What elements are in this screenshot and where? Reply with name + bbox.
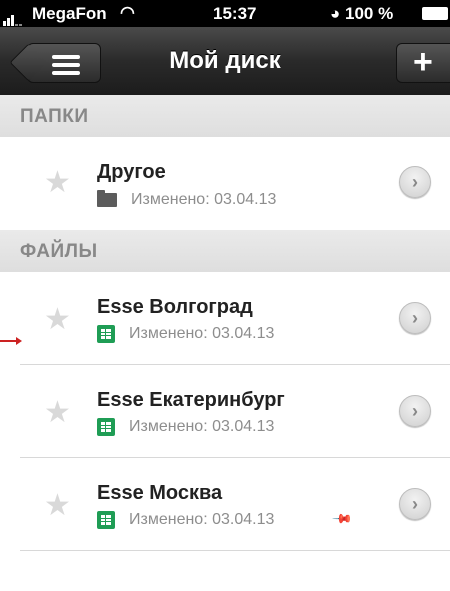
carrier-label: MegaFon (32, 4, 107, 23)
annotation-arrow (0, 337, 22, 345)
battery-percent: ◕ 100 % (330, 4, 394, 23)
wifi-icon: ◠ (120, 3, 135, 22)
item-name: Esse Екатеринбург (97, 389, 285, 411)
item-name: Другое (97, 161, 166, 183)
detail-disclosure-button[interactable]: › (399, 395, 431, 427)
app-screen: MegaFon ◠ 15:37 ◕ 100 % Мой диск + ПАПКИ… (0, 0, 450, 591)
navigation-bar: Мой диск + (0, 27, 450, 96)
star-icon[interactable]: ★ (44, 305, 71, 335)
spreadsheet-icon (97, 325, 115, 343)
item-modified: Изменено: 03.04.13 (129, 418, 275, 436)
file-row[interactable]: ★ Esse Москва Изменено: 03.04.13 📌 › (0, 458, 450, 551)
spreadsheet-icon (97, 511, 115, 529)
page-title: Мой диск (169, 47, 281, 74)
section-header-folders: ПАПКИ (0, 95, 450, 137)
status-bar: MegaFon ◠ 15:37 ◕ 100 % (0, 0, 450, 27)
add-button[interactable]: + (396, 43, 450, 83)
item-name: Esse Волгоград (97, 296, 253, 318)
battery-icon (422, 7, 448, 20)
detail-disclosure-button[interactable]: › (399, 488, 431, 520)
star-icon[interactable]: ★ (44, 168, 71, 198)
item-modified: Изменено: 03.04.13 (129, 325, 275, 343)
item-modified: Изменено: 03.04.13 (131, 191, 277, 208)
pin-icon: 📌 (331, 507, 354, 530)
section-header-files: ФАЙЛЫ (0, 230, 450, 272)
detail-disclosure-button[interactable]: › (399, 166, 431, 198)
file-row[interactable]: ★ Esse Волгоград Изменено: 03.04.13 › (0, 272, 450, 365)
item-modified: Изменено: 03.04.13 (129, 511, 275, 529)
detail-disclosure-button[interactable]: › (399, 302, 431, 334)
star-icon[interactable]: ★ (44, 398, 71, 428)
spreadsheet-icon (97, 418, 115, 436)
folder-row[interactable]: ★ Другое Изменено: 03.04.13 › (0, 137, 450, 230)
signal-icon (3, 6, 23, 26)
folder-icon (97, 189, 117, 207)
status-time: 15:37 (213, 4, 257, 23)
star-icon[interactable]: ★ (44, 491, 71, 521)
item-name: Esse Москва (97, 482, 223, 504)
file-row[interactable]: ★ Esse Екатеринбург Изменено: 03.04.13 › (0, 365, 450, 458)
